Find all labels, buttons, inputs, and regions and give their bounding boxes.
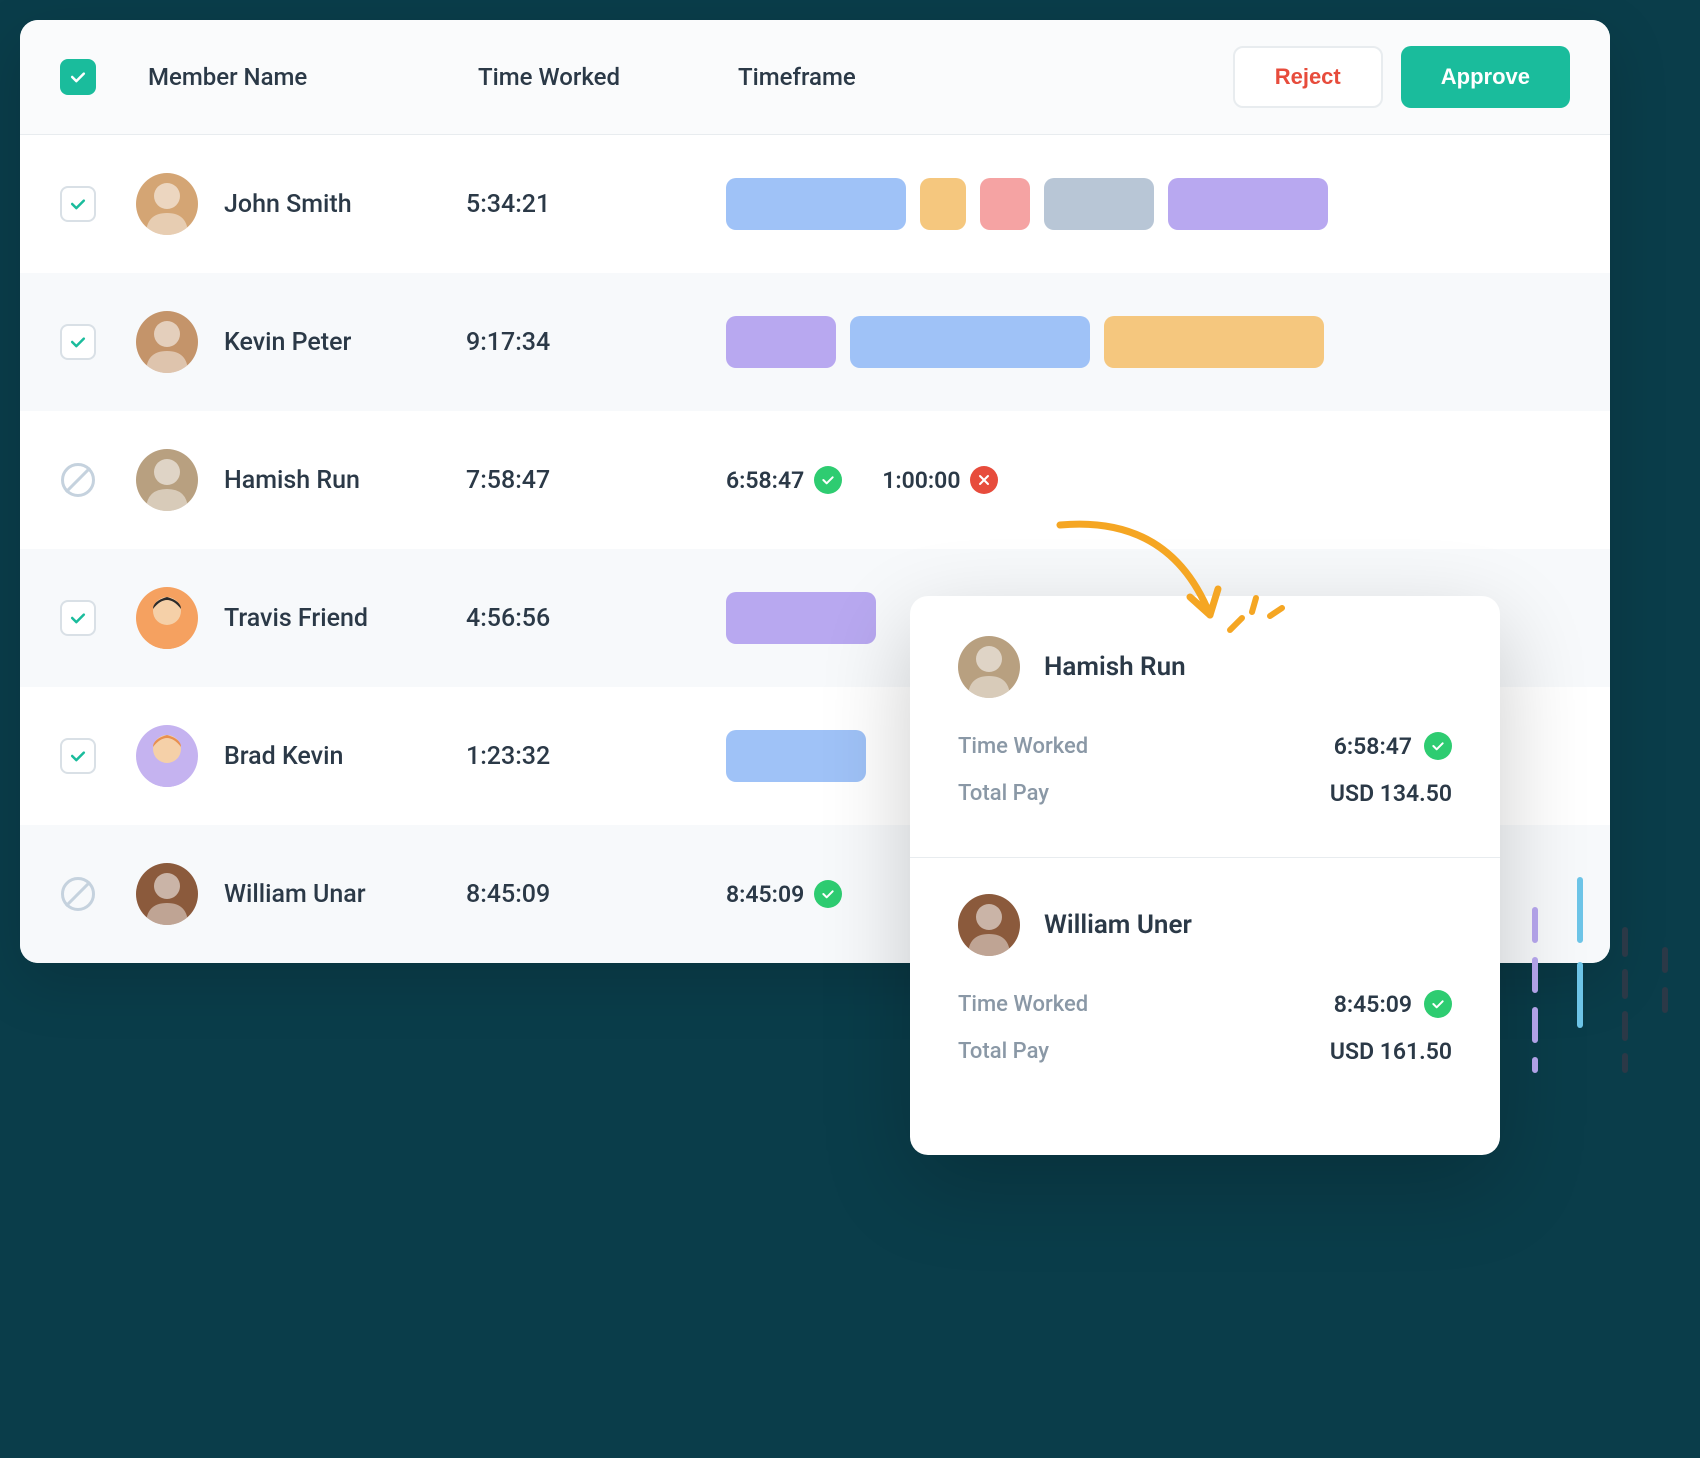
detail-popup: Hamish Run Time Worked 6:58:47 Total Pay USD… [910, 596, 1500, 1155]
reject-button[interactable]: Reject [1233, 46, 1383, 108]
column-header-timeframe: Timeframe [738, 63, 1233, 91]
popup-time-value: 8:45:09 [1334, 990, 1452, 1018]
table-row[interactable]: Hamish Run7:58:476:58:47 1:00:00 [20, 411, 1610, 549]
popup-time-value: 6:58:47 [1334, 732, 1452, 760]
check-circle-icon [814, 880, 842, 908]
member-name: William Unar [224, 880, 466, 909]
popup-member-name: William Uner [1044, 910, 1192, 940]
popup-member-name: Hamish Run [1044, 652, 1186, 682]
timeframe-bar [726, 316, 836, 368]
time-worked: 8:45:09 [466, 880, 726, 909]
time-worked: 7:58:47 [466, 466, 726, 495]
timeframe-bar [1168, 178, 1328, 230]
timeframe-bar [980, 178, 1030, 230]
avatar [136, 311, 198, 373]
avatar [136, 725, 198, 787]
time-worked: 1:23:32 [466, 742, 726, 771]
timeframe-cell: 6:58:47 1:00:00 [726, 466, 1570, 494]
timeframe-bar [850, 316, 1090, 368]
popup-header: Hamish Run [958, 636, 1452, 698]
avatar [136, 587, 198, 649]
timeframe-bar [726, 730, 866, 782]
column-header-time: Time Worked [478, 63, 738, 91]
check-circle-icon [814, 466, 842, 494]
popup-pay-row: Total Pay USD 134.50 [958, 780, 1452, 807]
member-name: John Smith [224, 190, 466, 219]
popup-header: William Uner [958, 894, 1452, 956]
select-all-checkbox[interactable] [60, 59, 96, 95]
time-status-chip: 1:00:00 [882, 466, 998, 494]
time-status-text: 6:58:47 [726, 467, 804, 494]
popup-time-row: Time Worked 8:45:09 [958, 990, 1452, 1018]
timeframe-cell [726, 316, 1570, 368]
check-circle-icon [1424, 732, 1452, 760]
popup-time-label: Time Worked [958, 734, 1088, 759]
popup-section: Hamish Run Time Worked 6:58:47 Total Pay USD… [910, 636, 1500, 857]
timeframe-bar [726, 592, 876, 644]
member-name: Travis Friend [224, 604, 466, 633]
check-icon [68, 67, 88, 87]
time-worked: 9:17:34 [466, 328, 726, 357]
avatar [958, 636, 1020, 698]
header-actions: Reject Approve [1233, 46, 1570, 108]
time-worked: 5:34:21 [466, 190, 726, 219]
popup-time-label: Time Worked [958, 992, 1088, 1017]
avatar [136, 863, 198, 925]
popup-pay-value: USD 134.50 [1330, 780, 1452, 807]
row-status [60, 877, 96, 911]
table-row[interactable]: John Smith5:34:21 [20, 135, 1610, 273]
popup-time-row: Time Worked 6:58:47 [958, 732, 1452, 760]
ban-icon [61, 463, 95, 497]
popup-section: William Uner Time Worked 8:45:09 Total Pay U… [910, 857, 1500, 1115]
table-row[interactable]: Kevin Peter9:17:34 [20, 273, 1610, 411]
row-checkbox[interactable] [60, 186, 96, 222]
popup-pay-label: Total Pay [958, 781, 1049, 806]
timeframe-bar [1044, 178, 1154, 230]
timeframe-bar [726, 178, 906, 230]
cross-circle-icon [970, 466, 998, 494]
column-header-name: Member Name [148, 63, 478, 91]
popup-pay-row: Total Pay USD 161.50 [958, 1038, 1452, 1065]
member-name: Brad Kevin [224, 742, 466, 771]
row-checkbox[interactable] [60, 324, 96, 360]
timeframe-bar [920, 178, 966, 230]
table-header: Member Name Time Worked Timeframe Reject… [20, 20, 1610, 135]
time-status-chip: 8:45:09 [726, 880, 842, 908]
avatar [958, 894, 1020, 956]
check-circle-icon [1424, 990, 1452, 1018]
approve-button[interactable]: Approve [1401, 46, 1570, 108]
row-checkbox[interactable] [60, 600, 96, 636]
member-name: Hamish Run [224, 466, 466, 495]
time-worked: 4:56:56 [466, 604, 726, 633]
time-status-text: 1:00:00 [882, 467, 960, 494]
timeframe-cell [726, 178, 1570, 230]
row-checkbox[interactable] [60, 738, 96, 774]
time-status-text: 8:45:09 [726, 881, 804, 908]
avatar [136, 173, 198, 235]
popup-pay-label: Total Pay [958, 1039, 1049, 1064]
row-status [60, 463, 96, 497]
ban-icon [61, 877, 95, 911]
member-name: Kevin Peter [224, 328, 466, 357]
time-status-chip: 6:58:47 [726, 466, 842, 494]
popup-pay-value: USD 161.50 [1330, 1038, 1452, 1065]
avatar [136, 449, 198, 511]
timeframe-bar [1104, 316, 1324, 368]
